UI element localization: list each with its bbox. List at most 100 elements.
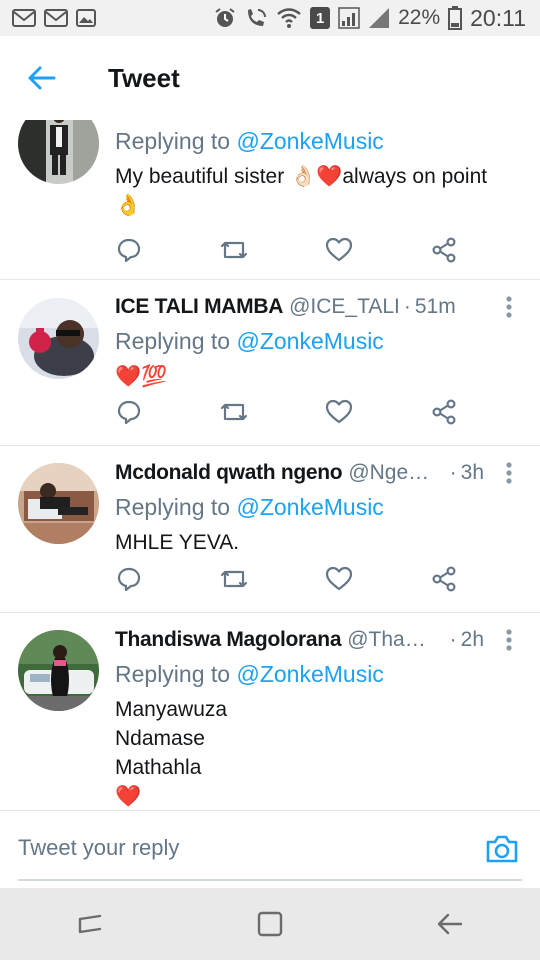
tweet-time: 3h <box>460 461 484 484</box>
like-button[interactable] <box>319 559 359 599</box>
status-bar: 1 22% 20:11 <box>0 0 540 36</box>
tweet-text-line: My beautiful sister 👌🏻❤️always on point <box>115 165 488 188</box>
separator-dot: · <box>449 628 457 651</box>
retweet-icon <box>220 570 248 588</box>
gmail-icon <box>44 9 68 27</box>
author-handle[interactable]: @Than... <box>347 628 433 652</box>
tweet-item[interactable]: ICE TALI MAMBA @ICE_TALI · 51m Replying … <box>0 280 540 446</box>
tweet-text-line: MHLE YEVA. <box>115 531 240 554</box>
heart-icon <box>325 399 353 424</box>
reply-icon <box>117 400 141 425</box>
tweet-body: Thandiswa Magolorana @Than... · 2h Reply… <box>115 623 524 810</box>
arrow-left-icon <box>28 66 56 90</box>
alarm-icon <box>214 7 236 29</box>
retweet-button[interactable] <box>214 559 254 599</box>
wifi-icon <box>276 7 302 29</box>
tweet-item[interactable]: Replying to @ZonkeMusic My beautiful sis… <box>0 120 540 280</box>
tweet-text: MHLE YEVA. <box>115 528 524 557</box>
more-vertical-icon <box>506 296 512 318</box>
home-icon <box>257 911 283 937</box>
back-icon <box>437 913 463 935</box>
tweet-item[interactable]: Mcdonald qwath ngeno @Ngen... · 3h Reply… <box>0 446 540 613</box>
tweet-body: Mcdonald qwath ngeno @Ngen... · 3h Reply… <box>115 456 524 557</box>
reply-button[interactable] <box>109 559 149 599</box>
replying-handle-link[interactable]: @ZonkeMusic <box>236 128 383 154</box>
app-header: Tweet <box>0 36 540 120</box>
reply-button[interactable] <box>109 230 149 270</box>
share-button[interactable] <box>424 230 464 270</box>
tweet-text-line: Ndamase <box>115 727 205 750</box>
page-title: Tweet <box>108 62 180 93</box>
tweet-item[interactable]: Thandiswa Magolorana @Than... · 2h Reply… <box>0 613 540 810</box>
avatar[interactable] <box>18 463 99 544</box>
app-root: 1 22% 20:11 Tweet Replying to @ZonkeMusi… <box>0 0 540 960</box>
replying-handle-link[interactable]: @ZonkeMusic <box>236 328 383 354</box>
author-handle[interactable]: @ICE_TALI <box>289 295 400 319</box>
replying-to: Replying to @ZonkeMusic <box>115 324 524 358</box>
more-vertical-icon <box>506 629 512 651</box>
author-name[interactable]: Thandiswa Magolorana <box>115 628 342 652</box>
reply-button[interactable] <box>109 392 149 432</box>
signal-icon <box>368 7 390 29</box>
tweet-text-line: ❤️ <box>115 785 142 808</box>
author-handle[interactable]: @Ngen... <box>348 461 434 485</box>
home-button[interactable] <box>240 894 300 954</box>
reply-icon <box>117 238 141 263</box>
image-icon <box>76 9 96 27</box>
like-button[interactable] <box>319 392 359 432</box>
status-left <box>12 9 96 27</box>
replying-handle-link[interactable]: @ZonkeMusic <box>236 661 383 687</box>
retweet-button[interactable] <box>214 230 254 270</box>
share-button[interactable] <box>424 392 464 432</box>
tweet-header: Thandiswa Magolorana @Than... · 2h <box>115 623 524 657</box>
tweet-header: Mcdonald qwath ngeno @Ngen... · 3h <box>115 456 524 490</box>
heart-icon <box>325 237 353 262</box>
replying-to: Replying to @ZonkeMusic <box>115 490 524 524</box>
author-name[interactable]: ICE TALI MAMBA <box>115 295 283 319</box>
share-icon <box>432 237 456 263</box>
reply-icon <box>117 567 141 592</box>
tweet-text-line: Mathahla <box>115 756 202 779</box>
tweet-text-line: Manyawuza <box>115 698 228 721</box>
like-button[interactable] <box>319 230 359 270</box>
recents-icon <box>78 914 102 934</box>
reply-composer <box>0 810 540 888</box>
separator-dot: · <box>403 295 411 318</box>
share-button[interactable] <box>424 559 464 599</box>
avatar[interactable] <box>18 298 99 379</box>
battery-percent: 22% <box>398 6 441 29</box>
more-options-button[interactable] <box>494 292 524 322</box>
replying-to: Replying to @ZonkeMusic <box>115 657 524 691</box>
tweet-header: ICE TALI MAMBA @ICE_TALI · 51m <box>115 290 524 324</box>
more-options-button[interactable] <box>494 458 524 488</box>
signal-icon <box>338 7 360 29</box>
input-underline <box>18 879 522 881</box>
replying-prefix: Replying to <box>115 328 237 354</box>
heart-icon <box>325 566 353 591</box>
tweet-text: My beautiful sister 👌🏻❤️always on point … <box>115 162 524 220</box>
camera-button[interactable] <box>484 831 520 867</box>
separator-dot: · <box>449 461 457 484</box>
retweet-icon <box>220 403 248 421</box>
tweet-actions <box>0 392 540 432</box>
system-back-button[interactable] <box>420 894 480 954</box>
camera-icon <box>486 835 518 863</box>
sim-icon: 1 <box>310 7 331 29</box>
clock: 20:11 <box>470 4 526 31</box>
more-options-button[interactable] <box>494 625 524 655</box>
recents-button[interactable] <box>60 894 120 954</box>
replying-handle-link[interactable]: @ZonkeMusic <box>236 494 383 520</box>
avatar[interactable] <box>18 120 99 184</box>
tweet-time: 51m <box>414 295 456 318</box>
replying-prefix: Replying to <box>115 661 237 687</box>
tweet-body: ICE TALI MAMBA @ICE_TALI · 51m Replying … <box>115 290 524 391</box>
reply-feed[interactable]: Replying to @ZonkeMusic My beautiful sis… <box>0 120 540 810</box>
retweet-button[interactable] <box>214 392 254 432</box>
reply-input[interactable] <box>18 825 458 871</box>
avatar[interactable] <box>18 630 99 711</box>
tweet-actions <box>0 559 540 599</box>
author-name[interactable]: Mcdonald qwath ngeno <box>115 461 343 485</box>
tweet-text-line: 👌 <box>115 194 142 217</box>
back-button[interactable] <box>0 36 84 120</box>
volte-call-icon <box>244 7 268 29</box>
